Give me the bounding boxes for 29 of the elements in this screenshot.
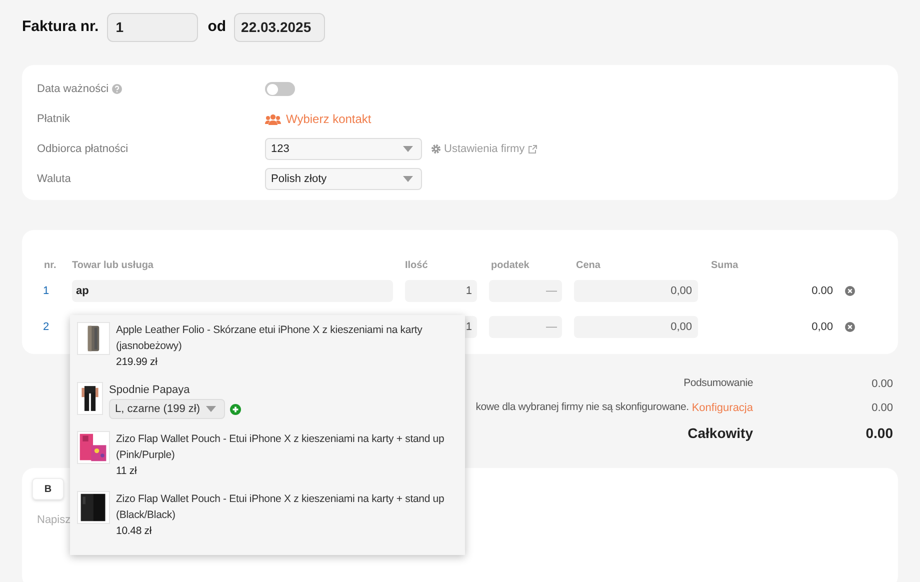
product-price: 219.99 zł bbox=[116, 355, 158, 370]
summary-label: Podsumowanie bbox=[684, 376, 753, 392]
date-label: od bbox=[208, 16, 226, 37]
product-name: Apple Leather Folio - Skórzane etui iPhone X z kieszeniami na karty (jasnobeżowy) bbox=[116, 323, 424, 354]
field-label: Data ważności bbox=[37, 82, 109, 97]
product-name: Spodnie Papaya bbox=[109, 383, 191, 398]
field-label: Odbiorca płatności bbox=[37, 142, 128, 157]
column-header: podatek bbox=[491, 258, 530, 272]
column-header: Ilość bbox=[405, 258, 429, 272]
column-header: nr. bbox=[44, 258, 58, 272]
summary-value: 0.00 bbox=[870, 400, 893, 416]
column-header: Towar lub usługa bbox=[72, 258, 154, 272]
total-value: 0.00 bbox=[864, 424, 893, 442]
total-label: Całkowity bbox=[688, 424, 753, 443]
row-number: 2 bbox=[43, 320, 50, 335]
field-label: Płatnik bbox=[37, 112, 70, 127]
field-label: Waluta bbox=[37, 172, 71, 187]
summary-value: 0.00 bbox=[870, 376, 893, 392]
row-sum: 0,00 bbox=[810, 320, 833, 335]
product-price: 11 zł bbox=[116, 464, 138, 479]
summary-label: kowe dla wybranej firmy nie są skonfigurowane. bbox=[476, 400, 689, 416]
row-number: 1 bbox=[43, 284, 50, 299]
row-sum: 0.00 bbox=[810, 284, 833, 299]
column-header: Cena bbox=[576, 258, 602, 272]
column-header: Suma bbox=[711, 258, 738, 272]
product-name: Zizo Flap Wallet Pouch - Etui iPhone X z kieszeniami na karty + stand up (Black/Black) bbox=[116, 492, 446, 523]
invoice-title: Faktura nr. bbox=[22, 16, 99, 37]
product-name: Zizo Flap Wallet Pouch - Etui iPhone X z kieszeniami na karty + stand up (Pink/Purple) bbox=[116, 432, 446, 463]
product-price: 10.48 zł bbox=[116, 524, 153, 539]
